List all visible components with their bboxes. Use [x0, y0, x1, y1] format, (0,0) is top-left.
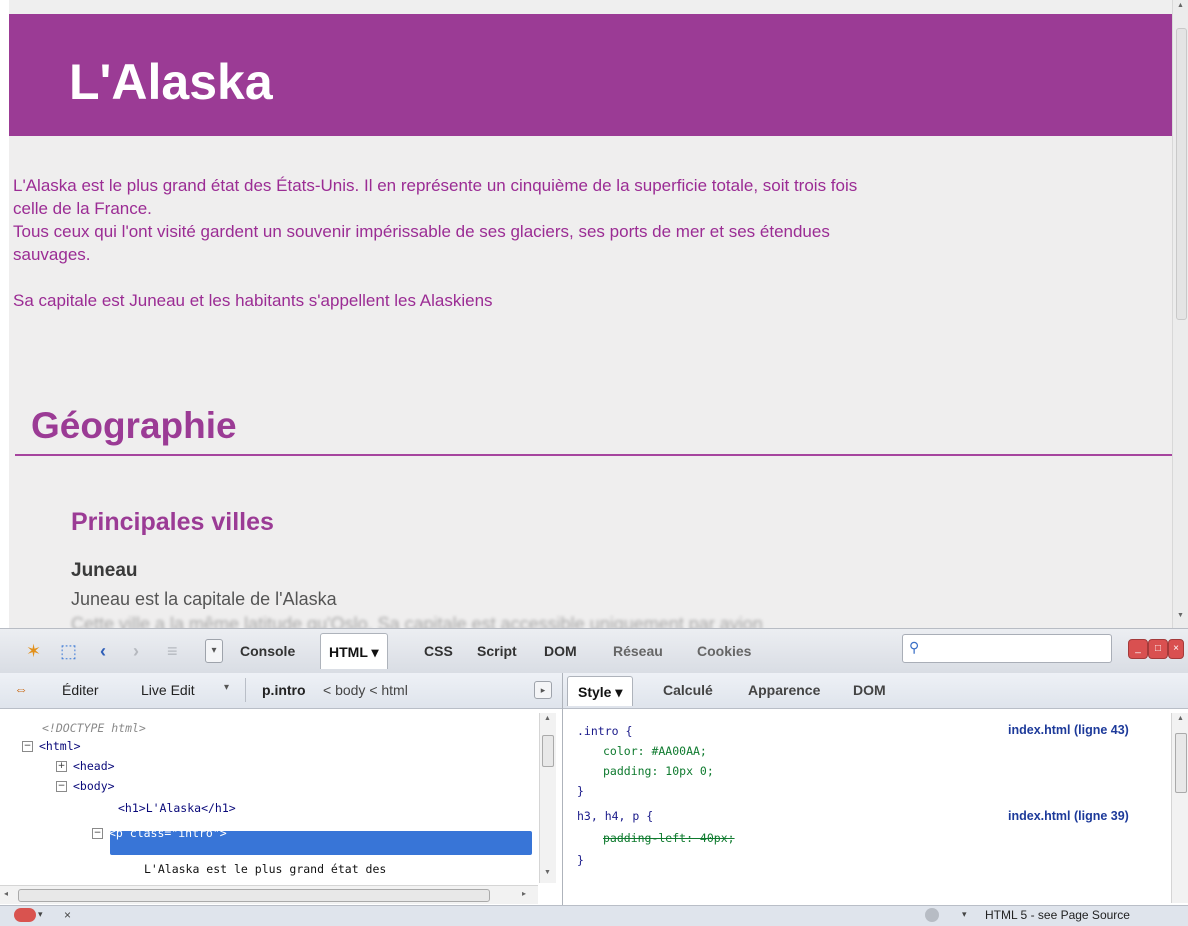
tab-script[interactable]: Script — [477, 641, 517, 661]
tree-node-html[interactable]: − <html> — [22, 736, 81, 756]
tree-vertical-scrollbar[interactable]: ▲ ▼ — [539, 713, 556, 883]
subheading-principales-villes: Principales villes — [71, 508, 274, 536]
style-scrollbar[interactable]: ▲ — [1171, 713, 1188, 903]
expand-node-icon[interactable]: + — [56, 761, 67, 772]
intro-paragraph: L'Alaska est le plus grand état des État… — [13, 174, 1153, 312]
css-selector[interactable]: .intro { — [577, 721, 632, 741]
tab-dom[interactable]: DOM — [544, 641, 577, 661]
css-declaration-overridden[interactable]: padding-left: 40px; — [603, 828, 735, 848]
css-source-link[interactable]: index.html (ligne 39) — [1008, 809, 1129, 823]
dropdown-icon[interactable]: ▾ — [205, 639, 223, 663]
tab-cookies[interactable]: Cookies — [697, 641, 751, 661]
coin-icon[interactable] — [925, 908, 939, 922]
tab-style[interactable]: Style ▾ — [567, 676, 634, 706]
firebug-bug-icon[interactable]: ✶ — [26, 641, 41, 661]
live-edit-button[interactable]: Live Edit — [141, 682, 195, 698]
tab-calcule[interactable]: Calculé — [663, 682, 713, 698]
toolbar-divider — [245, 678, 246, 702]
intro-line: L'Alaska est le plus grand état des État… — [13, 176, 858, 195]
scroll-thumb[interactable] — [1175, 733, 1187, 793]
close-icon[interactable]: × — [1168, 639, 1184, 659]
city-paragraph: Juneau est la capitale de l'Alaska — [71, 589, 337, 609]
css-source-link[interactable]: index.html (ligne 43) — [1008, 723, 1129, 737]
css-declaration[interactable]: color: #AA00AA; — [603, 741, 707, 761]
intro-line: Tous ceux qui l'ont visité gardent un so… — [13, 222, 830, 241]
html-panel: ⇔ Éditer Live Edit ▾ p.intro < body < ht… — [0, 673, 563, 905]
tree-node-h1[interactable]: <h1>L'Alaska</h1> — [118, 798, 236, 818]
scroll-down-arrow-icon[interactable]: ▼ — [544, 869, 551, 876]
html-panel-toolbar: ⇔ Éditer Live Edit ▾ p.intro < body < ht… — [0, 673, 562, 709]
city-heading-juneau: Juneau — [71, 560, 138, 581]
forward-arrow-icon[interactable]: › — [133, 641, 139, 661]
scroll-thumb[interactable] — [18, 889, 490, 902]
breadcrumb-scroll-icon[interactable]: ▸ — [534, 681, 552, 699]
minimize-icon[interactable]: _ — [1128, 639, 1148, 659]
tab-html[interactable]: HTML ▾ — [320, 633, 388, 669]
css-rule-close: } — [577, 853, 584, 867]
scroll-thumb[interactable] — [542, 735, 554, 767]
scroll-thumb[interactable] — [1176, 28, 1187, 320]
scroll-right-arrow-icon[interactable]: ▸ — [522, 889, 526, 898]
status-dropdown-icon[interactable]: ▾ — [38, 909, 43, 920]
window-edge — [0, 0, 9, 628]
status-bar: ▾ × ▾ HTML 5 - see Page Source — [0, 905, 1188, 926]
scroll-down-arrow-icon[interactable]: ▼ — [1177, 612, 1184, 619]
cutoff-paragraph: Cette ville a la même latitude qu'Oslo. … — [71, 614, 763, 628]
web-page: L'Alaska L'Alaska est le plus grand état… — [9, 14, 1172, 628]
status-validation-text[interactable]: HTML 5 - see Page Source — [985, 908, 1130, 922]
page-scrollbar[interactable]: ▲ ▼ — [1172, 0, 1188, 628]
scroll-left-arrow-icon[interactable]: ◂ — [4, 889, 8, 898]
scroll-up-arrow-icon[interactable]: ▲ — [544, 715, 551, 722]
css-declaration[interactable]: padding: 10px 0; — [603, 761, 714, 781]
tree-node-label: <html> — [39, 739, 81, 753]
intro-line: sauvages. — [13, 245, 91, 264]
tree-node-label: <head> — [73, 759, 115, 773]
back-arrow-icon[interactable]: ‹ — [100, 641, 106, 661]
header-banner: L'Alaska — [9, 14, 1172, 136]
section-heading-geographie: Géographie — [31, 405, 237, 446]
intro-capital: Sa capitale est Juneau et les habitants … — [13, 291, 493, 310]
menu-lines-icon[interactable]: ≡ — [167, 641, 178, 661]
tree-node-p-intro[interactable]: − <p class="intro"> — [92, 823, 227, 843]
style-panel-toolbar: Style ▾ Calculé Apparence DOM — [563, 673, 1188, 709]
breadcrumb-trail[interactable]: < body < html — [323, 682, 408, 698]
tab-css[interactable]: CSS — [424, 641, 453, 661]
tab-console[interactable]: Console — [240, 641, 295, 661]
search-icon: ⚲ — [909, 639, 920, 655]
scroll-up-arrow-icon[interactable]: ▲ — [1177, 2, 1184, 9]
breadcrumb-current[interactable]: p.intro — [262, 682, 306, 698]
intro-line: celle de la France. — [13, 199, 152, 218]
edit-button[interactable]: Éditer — [62, 682, 99, 698]
firebug-search-input[interactable]: ⚲ — [902, 634, 1112, 663]
collapse-icon[interactable]: − — [22, 741, 33, 752]
inspect-icon[interactable]: ⬚ — [60, 641, 77, 661]
tree-node-label: <p class="intro"> — [109, 826, 227, 840]
tree-horizontal-scrollbar[interactable]: ◂ ▸ — [0, 885, 538, 904]
collapse-icon[interactable]: − — [56, 781, 67, 792]
tab-dom-style[interactable]: DOM — [853, 682, 886, 698]
css-rule-close: } — [577, 784, 584, 798]
firebug-status-icon[interactable] — [14, 908, 36, 922]
browser-viewport: L'Alaska L'Alaska est le plus grand état… — [0, 0, 1188, 628]
page-title: L'Alaska — [69, 54, 273, 110]
live-edit-dropdown-icon[interactable]: ▾ — [224, 682, 229, 693]
scroll-up-arrow-icon[interactable]: ▲ — [1177, 715, 1184, 722]
status-close[interactable]: × — [64, 908, 71, 922]
maximize-icon[interactable]: □ — [1148, 639, 1168, 659]
expand-icon[interactable]: ⇔ — [14, 681, 28, 697]
collapse-icon[interactable]: − — [92, 828, 103, 839]
status-dropdown-icon[interactable]: ▾ — [962, 909, 967, 920]
tree-node-label: <body> — [73, 779, 115, 793]
css-selector[interactable]: h3, h4, p { — [577, 806, 653, 826]
tree-text-node[interactable]: L'Alaska est le plus grand état des — [144, 859, 386, 879]
style-panel: Style ▾ Calculé Apparence DOM .intro { c… — [563, 673, 1188, 905]
heading-underline — [15, 454, 1172, 456]
tree-node-body[interactable]: − <body> — [56, 776, 115, 796]
tab-apparence[interactable]: Apparence — [748, 682, 820, 698]
tab-reseau[interactable]: Réseau — [613, 641, 663, 661]
tree-node-head[interactable]: + <head> — [56, 756, 115, 776]
tree-doctype[interactable]: <!DOCTYPE html> — [42, 718, 146, 738]
